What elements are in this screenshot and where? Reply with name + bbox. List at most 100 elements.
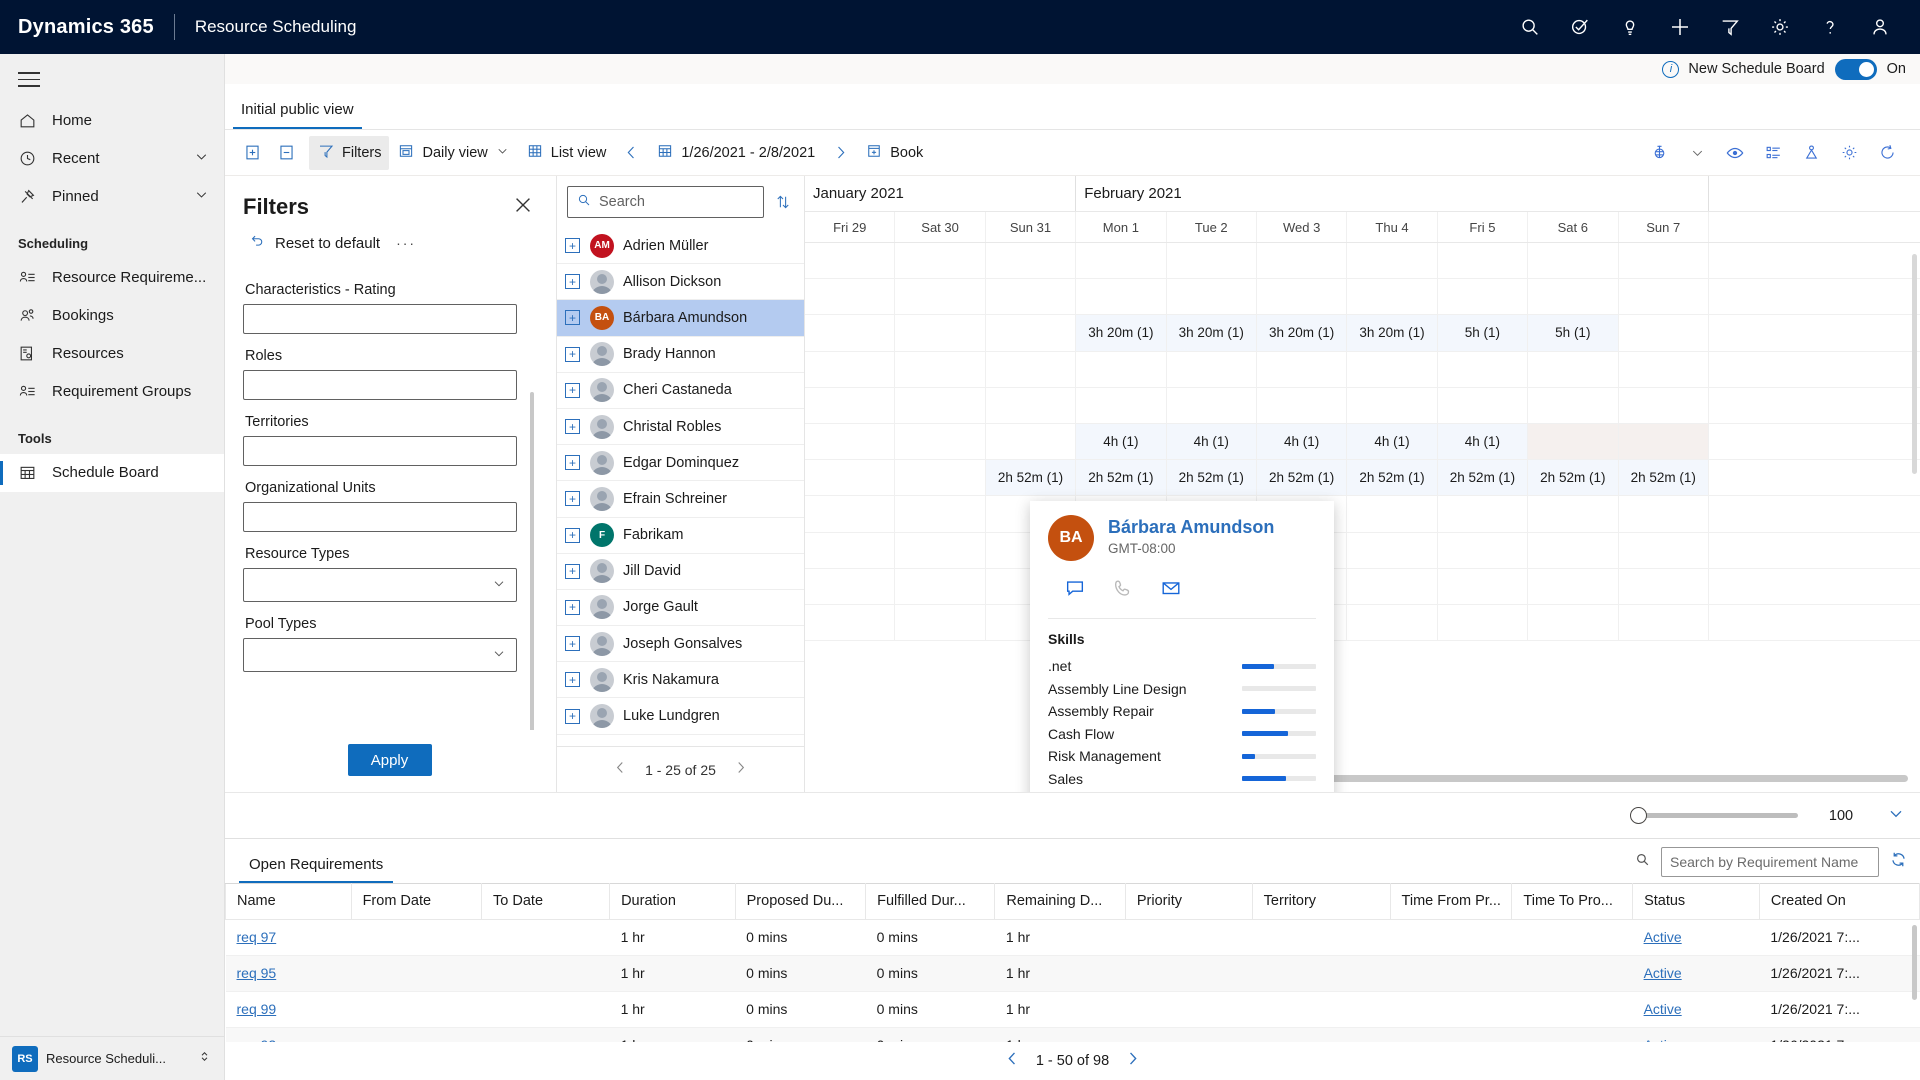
close-icon[interactable] xyxy=(512,194,536,218)
calendar-empty-cell[interactable] xyxy=(1438,351,1529,387)
calendar-empty-cell[interactable] xyxy=(986,351,1077,387)
calendar-empty-cell[interactable] xyxy=(895,315,986,351)
calendar-empty-cell[interactable] xyxy=(1347,532,1438,568)
expand-resource-icon[interactable]: + xyxy=(565,455,580,471)
calendar-empty-cell[interactable] xyxy=(986,423,1077,460)
calendar-booking-cell[interactable]: 2h 52m (1) xyxy=(1618,460,1709,496)
calendar-empty-cell[interactable] xyxy=(805,243,896,279)
calendar-empty-cell[interactable] xyxy=(1528,532,1619,568)
calendar-empty-cell[interactable] xyxy=(1167,243,1257,279)
calendar-empty-cell[interactable] xyxy=(895,604,986,641)
calendar-empty-cell[interactable] xyxy=(1619,243,1709,279)
calendar-empty-cell[interactable] xyxy=(1619,315,1709,351)
sidebar-item-pinned[interactable]: Pinned xyxy=(0,178,224,216)
resource-row[interactable]: + Efrain Schreiner xyxy=(557,481,804,518)
calendar-empty-cell[interactable] xyxy=(1347,496,1438,532)
calendar-booking-cell[interactable]: 3h 20m (1) xyxy=(1256,315,1348,351)
calendar-empty-cell[interactable] xyxy=(1619,387,1709,423)
expand-resource-icon[interactable]: + xyxy=(565,419,580,435)
calendar-empty-cell[interactable] xyxy=(986,279,1077,315)
chevron-down-icon[interactable] xyxy=(495,143,510,162)
expand-resource-icon[interactable]: + xyxy=(565,238,580,254)
list-details-icon[interactable] xyxy=(1756,136,1790,170)
resource-row[interactable]: + Brady Hannon xyxy=(557,337,804,373)
zoom-slider[interactable] xyxy=(1630,807,1798,824)
calendar-empty-cell[interactable] xyxy=(1076,243,1167,279)
requirement-search-input[interactable] xyxy=(1661,846,1879,877)
expand-resource-icon[interactable]: + xyxy=(565,563,580,579)
next-page-button[interactable] xyxy=(1123,1049,1142,1073)
calendar-empty-cell[interactable] xyxy=(1619,351,1709,387)
app-switcher[interactable]: RS Resource Scheduli... xyxy=(0,1036,224,1080)
status-link[interactable]: Active xyxy=(1644,1037,1682,1042)
table-column-header[interactable]: Duration xyxy=(609,882,736,920)
table-column-header[interactable]: To Date xyxy=(481,882,611,920)
tab-initial-public-view[interactable]: Initial public view xyxy=(233,101,362,129)
sidebar-item-recent[interactable]: Recent xyxy=(0,140,224,178)
resource-search-box[interactable] xyxy=(567,186,764,218)
calendar-empty-cell[interactable] xyxy=(1528,279,1619,315)
next-period-button[interactable] xyxy=(823,136,857,170)
status-link[interactable]: Active xyxy=(1644,1001,1682,1017)
date-range-button[interactable]: 1/26/2021 - 2/8/2021 xyxy=(648,136,823,170)
calendar-empty-cell[interactable] xyxy=(1257,279,1348,315)
calendar-empty-cell[interactable] xyxy=(1257,243,1348,279)
expand-resource-icon[interactable]: + xyxy=(565,527,580,543)
calendar-booking-cell[interactable]: 4h (1) xyxy=(1437,423,1529,460)
resource-search-input[interactable] xyxy=(599,194,755,210)
daily-view-button[interactable]: Daily view xyxy=(389,136,517,170)
eye-icon[interactable] xyxy=(1718,136,1752,170)
calendar-empty-cell[interactable] xyxy=(805,532,896,568)
filter-input-roles[interactable] xyxy=(243,370,517,400)
calendar-empty-cell[interactable] xyxy=(1257,387,1348,423)
calendar-empty-cell[interactable] xyxy=(986,243,1077,279)
prev-page-button[interactable] xyxy=(1003,1049,1022,1073)
sort-icon[interactable] xyxy=(770,189,796,215)
sidebar-item-requirement-groups[interactable]: Requirement Groups xyxy=(0,373,224,411)
calendar-empty-cell[interactable] xyxy=(895,279,986,315)
calendar-empty-cell[interactable] xyxy=(1438,604,1529,641)
resource-row[interactable]: + Christal Robles xyxy=(557,409,804,446)
calendar-empty-cell[interactable] xyxy=(1438,496,1529,532)
calendar-empty-cell[interactable] xyxy=(1347,243,1438,279)
calendar-empty-cell[interactable] xyxy=(1619,568,1709,604)
calendar-booking-cell[interactable]: 4h (1) xyxy=(1256,423,1348,460)
resource-row[interactable]: + BA Bárbara Amundson xyxy=(557,300,804,337)
calendar-empty-cell[interactable] xyxy=(986,387,1077,423)
calendar-empty-cell[interactable] xyxy=(1528,604,1619,641)
calendar-empty-cell[interactable] xyxy=(805,315,896,351)
sidebar-item-bookings[interactable]: Bookings xyxy=(0,297,224,335)
calendar-empty-cell[interactable] xyxy=(1076,279,1167,315)
resource-row[interactable]: + Jorge Gault xyxy=(557,590,804,627)
search-icon[interactable] xyxy=(1518,15,1542,39)
calendar-empty-cell[interactable] xyxy=(895,243,986,279)
calendar-booking-cell[interactable]: 4h (1) xyxy=(1166,423,1257,460)
requirement-link[interactable]: req 99 xyxy=(237,1001,277,1017)
calendar-empty-cell[interactable] xyxy=(805,279,896,315)
expand-resource-icon[interactable]: + xyxy=(565,708,580,724)
calendar-booking-cell[interactable]: 2h 52m (1) xyxy=(1166,460,1257,496)
table-column-header[interactable]: Time To Pro... xyxy=(1511,882,1634,920)
calendar-booking-cell[interactable]: 2h 52m (1) xyxy=(1437,460,1529,496)
status-link[interactable]: Active xyxy=(1644,965,1682,981)
expand-resource-icon[interactable]: + xyxy=(565,636,580,652)
filter-select-resource-types[interactable] xyxy=(243,568,517,602)
calendar-empty-cell[interactable] xyxy=(895,387,986,423)
calendar-empty-cell[interactable] xyxy=(805,568,896,604)
resource-row[interactable]: + Allison Dickson xyxy=(557,264,804,301)
calendar-empty-cell[interactable] xyxy=(895,496,986,532)
apply-filters-button[interactable]: Apply xyxy=(347,744,432,776)
requirement-link[interactable]: req 97 xyxy=(237,929,277,945)
prev-period-button[interactable] xyxy=(614,136,648,170)
calendar-booking-cell[interactable]: 4h (1) xyxy=(1076,423,1167,460)
prev-page-button[interactable] xyxy=(612,759,629,781)
email-icon[interactable] xyxy=(1160,577,1182,604)
resource-row[interactable]: + Luke Lundgren xyxy=(557,698,804,735)
table-row[interactable]: req 99 1 hr 0 mins 0 mins 1 hr Active 1/26/202… xyxy=(225,991,1920,1028)
resource-row[interactable]: + Jill David xyxy=(557,554,804,590)
lightbulb-icon[interactable] xyxy=(1618,15,1642,39)
hover-card-name[interactable]: Bárbara Amundson xyxy=(1108,517,1274,538)
calendar-booking-cell[interactable]: 3h 20m (1) xyxy=(1347,315,1438,351)
info-icon[interactable]: i xyxy=(1662,60,1680,78)
calendar-empty-cell[interactable] xyxy=(1167,351,1257,387)
